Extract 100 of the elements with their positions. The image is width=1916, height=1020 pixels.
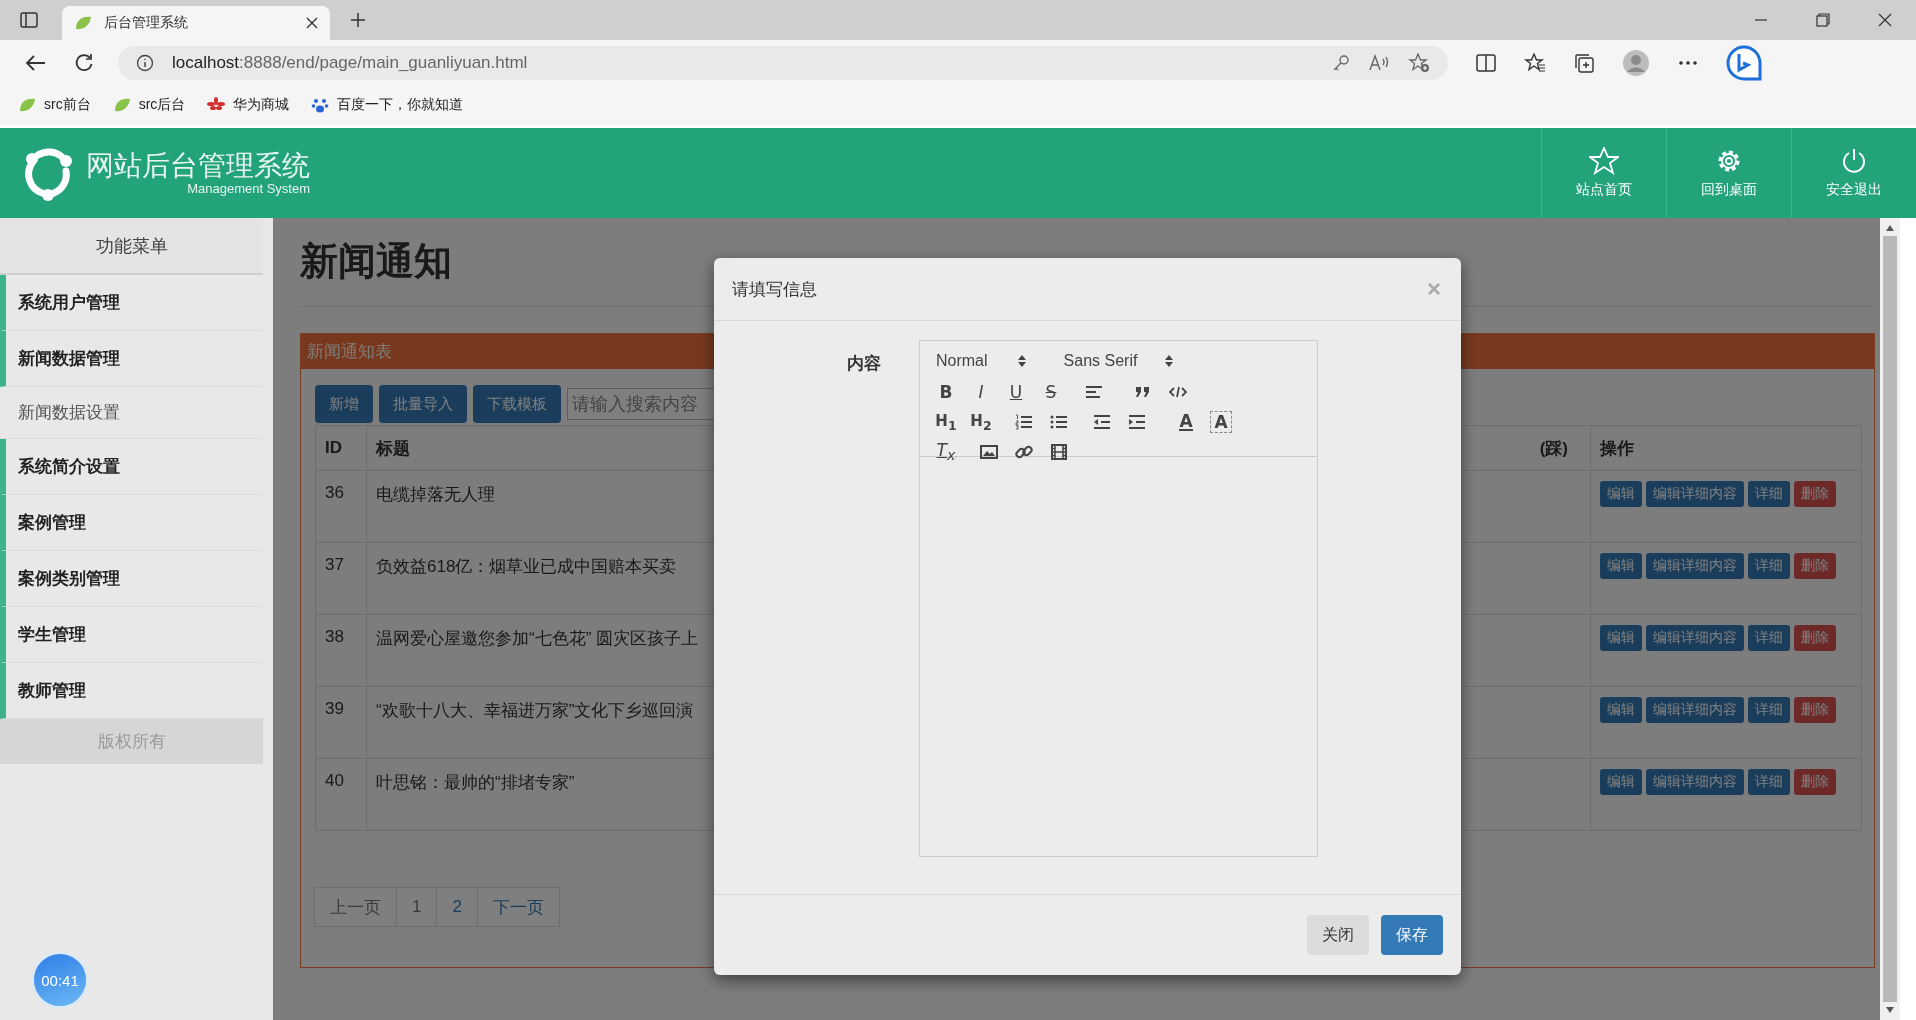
back-icon[interactable] — [24, 53, 46, 72]
quote-icon — [1135, 386, 1151, 398]
action-button[interactable]: 编辑详细内容 — [1646, 625, 1744, 651]
read-aloud-icon[interactable] — [1368, 53, 1390, 72]
action-button[interactable]: 编辑详细内容 — [1646, 697, 1744, 723]
sidebar-toggle-icon[interactable] — [20, 12, 38, 28]
outdent-icon — [1093, 414, 1111, 430]
action-button[interactable]: 删除 — [1794, 553, 1836, 579]
sidebar-item[interactable]: 系统用户管理 — [0, 275, 263, 331]
code-icon — [1169, 386, 1187, 398]
action-button[interactable]: 删除 — [1794, 481, 1836, 507]
favorites-icon[interactable] — [1524, 52, 1546, 73]
action-button[interactable]: 编辑 — [1600, 697, 1642, 723]
action-button[interactable]: 详细 — [1748, 625, 1790, 651]
sidebar-item[interactable]: 学生管理 — [0, 607, 263, 663]
table-cell: 37 — [315, 542, 367, 615]
column-header: ID — [315, 425, 367, 471]
toolbar-button[interactable]: 新增 — [315, 385, 373, 423]
action-button[interactable]: 编辑详细内容 — [1646, 553, 1744, 579]
sidebar-item[interactable]: 案例管理 — [0, 495, 263, 551]
split-screen-icon[interactable] — [1476, 53, 1496, 72]
site-title: 网站后台管理系统 — [86, 150, 310, 182]
more-icon[interactable] — [1678, 59, 1698, 66]
scrollbar[interactable] — [1880, 218, 1900, 1020]
sidebar-item[interactable]: 新闻数据管理 — [0, 331, 263, 387]
table-cell: 36 — [315, 470, 367, 543]
bookmark[interactable]: 百度一下，你就知道 — [311, 96, 464, 114]
toolbar-button[interactable]: 批量导入 — [379, 385, 467, 423]
format-dropdown[interactable]: Sans Serif — [1059, 352, 1178, 370]
table-cell: 39 — [315, 686, 367, 759]
image-icon — [980, 444, 998, 460]
italic-button[interactable]: I — [967, 380, 995, 404]
sidebar-item[interactable]: 系统简介设置 — [0, 439, 263, 495]
close-icon[interactable] — [306, 17, 318, 29]
paw-icon — [311, 96, 330, 114]
field-label: 内容 — [847, 353, 881, 372]
table-cell: 38 — [315, 614, 367, 687]
bookmark[interactable]: src后台 — [112, 96, 186, 114]
action-button[interactable]: 编辑 — [1600, 625, 1642, 651]
leaf-icon — [74, 15, 92, 31]
bold-button[interactable]: B — [932, 380, 960, 404]
action-button[interactable]: 编辑详细内容 — [1646, 481, 1744, 507]
close-button[interactable]: × — [1427, 275, 1441, 303]
column-header: 操作 — [1590, 425, 1862, 471]
browser-tab[interactable]: 后台管理系统 — [62, 6, 330, 40]
pagination-link[interactable]: 下一页 — [476, 887, 560, 927]
bullet-list-icon — [1050, 414, 1068, 430]
link-icon — [1015, 443, 1033, 461]
modal-title: 请填写信息 — [732, 278, 817, 301]
updown-icon — [1017, 354, 1026, 368]
action-button[interactable]: 删除 — [1794, 769, 1836, 795]
site-subtitle: Management System — [187, 182, 310, 196]
panel-title: 新闻通知表 — [307, 341, 392, 363]
info-icon[interactable] — [136, 53, 154, 72]
scroll-up-icon[interactable] — [1885, 224, 1895, 232]
action-button[interactable]: 详细 — [1748, 481, 1790, 507]
action-button[interactable]: 编辑 — [1600, 481, 1642, 507]
align-left-icon — [1085, 385, 1103, 399]
star-icon — [1589, 147, 1619, 175]
clear-format-button[interactable]: T$_{x}$ — [932, 440, 960, 464]
action-button[interactable]: 编辑 — [1600, 769, 1642, 795]
address-field[interactable]: localhost:8888/end/page/main_guanliyuan.html — [118, 45, 1448, 80]
sidebar-heading: 功能菜单 — [0, 218, 263, 275]
action-button[interactable]: 详细 — [1748, 769, 1790, 795]
flower-icon — [207, 97, 226, 113]
sidebar-item[interactable]: 新闻数据设置 — [0, 387, 263, 439]
bookmark[interactable]: src前台 — [18, 96, 91, 114]
action-button[interactable]: 删除 — [1794, 625, 1836, 651]
bookmark[interactable]: 华为商城 — [207, 96, 290, 114]
toolbar-button[interactable]: 下载模板 — [473, 385, 561, 423]
strikethrough-button[interactable]: S — [1037, 380, 1065, 404]
action-button[interactable]: 编辑 — [1600, 553, 1642, 579]
chat-bubble-icon[interactable] — [1726, 44, 1762, 81]
table-cell: 40 — [315, 758, 367, 831]
scroll-down-icon[interactable] — [1885, 1006, 1895, 1014]
leaf-icon — [18, 97, 36, 113]
dialog-button[interactable]: 关闭 — [1307, 915, 1369, 955]
add-favorite-icon[interactable] — [1408, 52, 1430, 73]
film-icon — [1051, 444, 1067, 460]
collections-icon[interactable] — [1574, 52, 1594, 73]
page-title: 新闻通知 — [300, 239, 453, 284]
action-button[interactable]: 详细 — [1748, 553, 1790, 579]
action-button[interactable]: 编辑详细内容 — [1646, 769, 1744, 795]
pagination-link[interactable]: 2 — [436, 887, 478, 927]
format-dropdown[interactable]: Normal — [932, 352, 1030, 370]
refresh-icon[interactable] — [74, 52, 94, 73]
profile-avatar[interactable] — [1622, 48, 1650, 77]
restore-icon[interactable] — [1816, 13, 1830, 27]
underline-button[interactable]: U — [1002, 380, 1030, 404]
action-button[interactable]: 详细 — [1748, 697, 1790, 723]
action-button[interactable]: 删除 — [1794, 697, 1836, 723]
dialog-button[interactable]: 保存 — [1381, 915, 1443, 955]
key-icon[interactable] — [1332, 53, 1350, 72]
sidebar-footer: 版权所有 — [0, 719, 263, 764]
sidebar-item[interactable]: 案例类别管理 — [0, 551, 263, 607]
updown-icon — [1165, 354, 1174, 368]
close-icon[interactable] — [1878, 13, 1892, 27]
power-icon — [1840, 147, 1868, 175]
new-tab-icon[interactable] — [350, 12, 366, 28]
indent-icon — [1128, 414, 1146, 430]
